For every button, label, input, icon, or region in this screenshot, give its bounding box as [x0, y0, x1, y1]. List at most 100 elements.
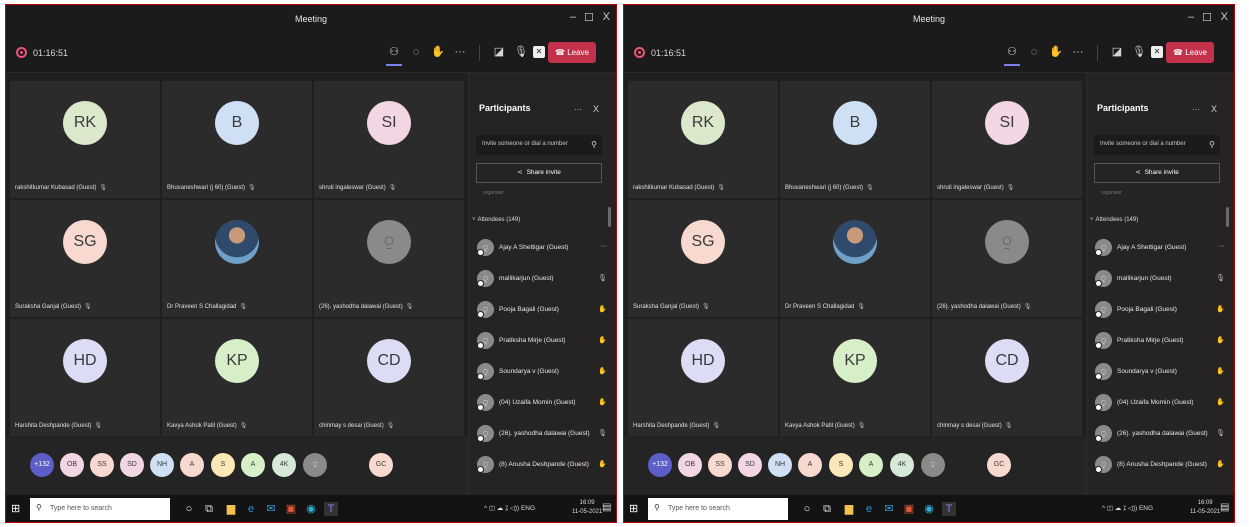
attendee-row[interactable]: ⍜ Ajay A Shettigar (Guest) ··· [1095, 239, 1225, 259]
participant-bubble[interactable]: SD [738, 453, 762, 477]
more-actions-icon[interactable]: ··· [1070, 44, 1086, 60]
cortana-icon[interactable]: ○ [182, 502, 196, 516]
windows-start-icon[interactable]: ⊞ [629, 502, 638, 515]
edge-icon[interactable]: e [862, 502, 876, 516]
attendee-row[interactable]: ⍜ Pooja Bagali (Guest) ✋ [1095, 301, 1225, 321]
notification-icon[interactable]: ▤ [1220, 502, 1229, 513]
scrollbar-thumb[interactable] [1226, 207, 1229, 227]
invite-input[interactable]: Invite someone or dial a number ⚲ [476, 135, 602, 155]
participant-bubble[interactable]: SS [708, 453, 732, 477]
leave-button[interactable]: ☎ Leave [1166, 42, 1214, 63]
participant-tile[interactable]: Dr Praveen S Challagidad 🎙 [780, 200, 930, 317]
system-tray[interactable]: ^ ◫ ☁ ⁒ ◁)) ENG [484, 504, 535, 512]
participant-tile[interactable]: Dr Praveen S Challagidad 🎙 [162, 200, 312, 317]
attendee-row[interactable]: ⍜ (8) Anusha Deshpande (Guest) ✋ [1095, 456, 1225, 476]
taskbar-search[interactable]: ⚲ Type here to search [648, 498, 788, 520]
panel-close-icon[interactable]: X [1211, 104, 1217, 114]
close-window-button[interactable]: X [1221, 11, 1228, 23]
chrome-icon[interactable]: ◉ [922, 502, 936, 516]
raise-hand-icon[interactable]: ✋ [1048, 44, 1064, 60]
participant-bubble[interactable]: +132 [30, 453, 54, 477]
participant-tile[interactable]: SI shruti ingaleswar (Guest) 🎙 [314, 81, 464, 198]
mail-icon[interactable]: ✉ [882, 502, 896, 516]
leave-button[interactable]: ☎ Leave [548, 42, 596, 63]
clock[interactable]: 16:09 11-05-2021 [1190, 499, 1220, 517]
participant-tile[interactable]: SI shruti ingaleswar (Guest) 🎙 [932, 81, 1082, 198]
share-screen-icon[interactable]: ✕ [1151, 46, 1163, 58]
office-icon[interactable]: ▣ [902, 502, 916, 516]
participant-bubble[interactable]: A [241, 453, 265, 477]
taskbar-search[interactable]: ⚲ Type here to search [30, 498, 170, 520]
participant-tile[interactable]: SG Suraksha Ganjal (Guest) 🎙 [628, 200, 778, 317]
participant-bubble[interactable]: A [180, 453, 204, 477]
attendee-row[interactable]: ⍜ (26). yashodha dalawai (Guest) 🎙 [1095, 425, 1225, 445]
system-tray[interactable]: ^ ◫ ☁ ⁒ ◁)) ENG [1102, 504, 1153, 512]
attendee-row[interactable]: ⍜ Ajay A Shettigar (Guest) ··· [477, 239, 607, 259]
minimize-button[interactable]: – [1188, 11, 1194, 23]
participant-tile[interactable]: RK rakshitkumar Kubasad (Guest) 🎙 [10, 81, 160, 198]
mail-icon[interactable]: ✉ [264, 502, 278, 516]
participant-bubble[interactable]: S [829, 453, 853, 477]
participant-bubble[interactable]: A [859, 453, 883, 477]
participant-tile[interactable]: CD chinmay s desai (Guest) 🎙 [314, 319, 464, 436]
participant-bubble[interactable]: SD [120, 453, 144, 477]
participant-bubble[interactable]: NH [768, 453, 792, 477]
chrome-icon[interactable]: ◉ [304, 502, 318, 516]
share-invite-button[interactable]: ⋖ Share invite [1094, 163, 1220, 183]
task-view-icon[interactable]: ⧉ [202, 502, 216, 516]
maximize-button[interactable]: ☐ [1202, 11, 1212, 24]
windows-start-icon[interactable]: ⊞ [11, 502, 20, 515]
close-window-button[interactable]: X [603, 11, 610, 23]
camera-off-icon[interactable]: ◪ [1109, 44, 1125, 60]
office-icon[interactable]: ▣ [284, 502, 298, 516]
attendee-row[interactable]: ⍜ (26). yashodha dalawai (Guest) 🎙 [477, 425, 607, 445]
panel-more-icon[interactable]: ··· [574, 105, 582, 114]
participant-bubble[interactable]: 4K [272, 453, 296, 477]
chat-icon[interactable]: ◌ [1026, 44, 1042, 60]
participant-bubble[interactable]: OB [60, 453, 84, 477]
invite-input[interactable]: Invite someone or dial a number ⚲ [1094, 135, 1220, 155]
participant-bubble[interactable]: +132 [648, 453, 672, 477]
microphone-icon[interactable]: 🎙 [1131, 44, 1147, 60]
participant-tile[interactable]: RK rakshitkumar Kubasad (Guest) 🎙 [628, 81, 778, 198]
participant-tile[interactable]: HD Harshita Deshpande (Guest) 🎙 [10, 319, 160, 436]
participant-tile[interactable]: B Bhuvaneshwari (j 60) (Guest) 🎙 [162, 81, 312, 198]
participants-icon[interactable]: ⚇ [1004, 44, 1020, 66]
share-screen-icon[interactable]: ✕ [533, 46, 545, 58]
panel-close-icon[interactable]: X [593, 104, 599, 114]
participant-bubble[interactable]: GC [369, 453, 393, 477]
participant-bubble[interactable]: GC [987, 453, 1011, 477]
participant-tile[interactable]: ⍜ (26). yashodha dalawai (Guest) 🎙 [314, 200, 464, 317]
attendee-row[interactable]: ⍜ (8) Anusha Deshpande (Guest) ✋ [477, 456, 607, 476]
file-explorer-icon[interactable]: ▆ [842, 502, 856, 516]
participant-bubble[interactable]: ⍜ [303, 453, 327, 477]
attendee-row[interactable]: ⍜ Pooja Bagali (Guest) ✋ [477, 301, 607, 321]
participants-icon[interactable]: ⚇ [386, 44, 402, 66]
participant-bubble[interactable]: 4K [890, 453, 914, 477]
attendee-row[interactable]: ⍜ mallikarjun (Guest) 🎙 [1095, 270, 1225, 290]
attendee-row[interactable]: ⍜ Soundarya v (Guest) ✋ [1095, 363, 1225, 383]
attendee-more-icon[interactable]: ··· [600, 243, 607, 250]
participant-tile[interactable]: HD Harshita Deshpande (Guest) 🎙 [628, 319, 778, 436]
maximize-button[interactable]: ☐ [584, 11, 594, 24]
attendee-row[interactable]: ⍜ mallikarjun (Guest) 🎙 [477, 270, 607, 290]
participant-bubble[interactable]: OB [678, 453, 702, 477]
attendees-header[interactable]: ˅ Attendees (149) [472, 217, 520, 223]
file-explorer-icon[interactable]: ▆ [224, 502, 238, 516]
participant-tile[interactable]: ⍜ (26). yashodha dalawai (Guest) 🎙 [932, 200, 1082, 317]
panel-more-icon[interactable]: ··· [1192, 105, 1200, 114]
attendee-row[interactable]: ⍜ (04) Uzaifa Momin (Guest) ✋ [1095, 394, 1225, 414]
clock[interactable]: 16:09 11-05-2021 [572, 499, 602, 517]
attendees-header[interactable]: ˅ Attendees (149) [1090, 217, 1138, 223]
cortana-icon[interactable]: ○ [800, 502, 814, 516]
attendee-row[interactable]: ⍜ Pratiksha Mirje (Guest) ✋ [1095, 332, 1225, 352]
participant-tile[interactable]: KP Kavya Ashok Patil (Guest) 🎙 [780, 319, 930, 436]
task-view-icon[interactable]: ⧉ [820, 502, 834, 516]
teams-icon[interactable]: T [324, 502, 338, 516]
microphone-icon[interactable]: 🎙 [513, 44, 529, 60]
share-invite-button[interactable]: ⋖ Share invite [476, 163, 602, 183]
participant-tile[interactable]: SG Suraksha Ganjal (Guest) 🎙 [10, 200, 160, 317]
edge-icon[interactable]: e [244, 502, 258, 516]
attendee-row[interactable]: ⍜ Pratiksha Mirje (Guest) ✋ [477, 332, 607, 352]
scrollbar-thumb[interactable] [608, 207, 611, 227]
